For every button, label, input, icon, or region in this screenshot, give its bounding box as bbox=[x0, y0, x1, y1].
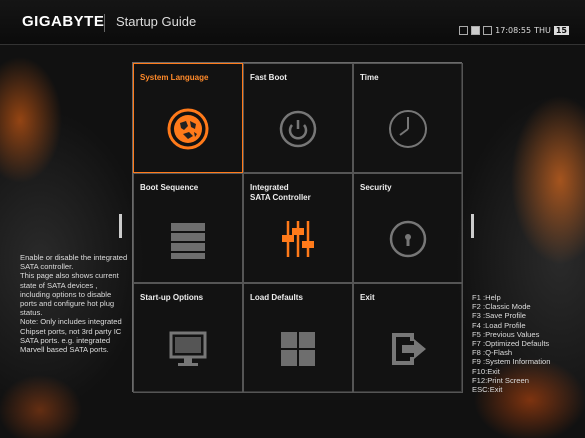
help-description: Enable or disable the integrated SATA co… bbox=[20, 253, 128, 355]
menu-label: Time bbox=[360, 73, 379, 82]
hotkey-item: F10:Exit bbox=[472, 366, 500, 376]
menu-label: Start-up Options bbox=[140, 293, 204, 302]
menu-label: Integrated SATA Controller bbox=[250, 183, 311, 202]
status-square-icon bbox=[459, 26, 469, 35]
menu-time[interactable]: Time bbox=[353, 63, 463, 173]
lock-icon bbox=[389, 220, 427, 258]
clock-icon bbox=[389, 110, 427, 148]
grid-icon bbox=[281, 332, 315, 366]
hotkey-item: F7 :Optimized Defaults bbox=[472, 339, 550, 349]
header-divider bbox=[104, 14, 105, 32]
menu-label: Boot Sequence bbox=[140, 183, 199, 192]
date-badge: 15 bbox=[553, 26, 569, 35]
top-bar: GIGABYTE Startup Guide 17:08:55 THU 15 bbox=[0, 0, 585, 45]
hotkey-legend: F1 :Help F2 :Classic Mode F3 :Save Profi… bbox=[472, 293, 584, 394]
menu-label: Fast Boot bbox=[250, 73, 287, 82]
day-display: THU bbox=[534, 26, 551, 35]
scroll-right-indicator[interactable] bbox=[471, 214, 474, 238]
menu-security[interactable]: Security bbox=[353, 173, 463, 283]
menu-exit[interactable]: Exit bbox=[353, 283, 463, 393]
menu-start-up-options[interactable]: Start-up Options bbox=[133, 283, 243, 393]
menu-integrated-sata-controller[interactable]: Integrated SATA Controller bbox=[243, 173, 353, 283]
power-icon bbox=[279, 110, 317, 148]
monitor-icon bbox=[169, 331, 207, 366]
hotkey-item: F12:Print Screen bbox=[472, 375, 529, 385]
clock-area: 17:08:55 THU 15 bbox=[459, 26, 569, 35]
page-title: Startup Guide bbox=[116, 14, 197, 29]
menu-system-language[interactable]: System Language bbox=[133, 63, 243, 173]
scroll-left-indicator[interactable] bbox=[119, 214, 122, 238]
globe-icon bbox=[167, 108, 209, 150]
hotkey-item: F4 :Load Profile bbox=[472, 320, 526, 330]
menu-boot-sequence[interactable]: Boot Sequence bbox=[133, 173, 243, 283]
sliders-icon bbox=[282, 221, 314, 257]
status-square-icon bbox=[471, 26, 481, 35]
exit-icon bbox=[392, 333, 426, 365]
menu-label: Exit bbox=[360, 293, 375, 302]
menu-load-defaults[interactable]: Load Defaults bbox=[243, 283, 353, 393]
menu-label: Security bbox=[360, 183, 392, 192]
hotkey-item: F9 :System Information bbox=[472, 357, 551, 367]
hotkey-item: F1 :Help bbox=[472, 293, 501, 302]
status-square-icon bbox=[483, 26, 493, 35]
hotkey-item: F3 :Save Profile bbox=[472, 311, 527, 321]
hotkey-item: ESC:Exit bbox=[472, 385, 503, 395]
brand-logo: GIGABYTE bbox=[22, 13, 105, 30]
startup-menu-grid: System Language Fast Boot Time Boot Sequ… bbox=[132, 62, 463, 393]
hotkey-item: F8 :Q-Flash bbox=[472, 348, 513, 358]
menu-label: Load Defaults bbox=[250, 293, 303, 302]
drive-stack-icon bbox=[171, 223, 205, 259]
time-display: 17:08:55 bbox=[495, 26, 532, 35]
menu-fast-boot[interactable]: Fast Boot bbox=[243, 63, 353, 173]
hotkey-item: F2 :Classic Mode bbox=[472, 302, 531, 312]
menu-label: System Language bbox=[140, 73, 209, 82]
hotkey-item: F5 :Previous Values bbox=[472, 329, 540, 339]
